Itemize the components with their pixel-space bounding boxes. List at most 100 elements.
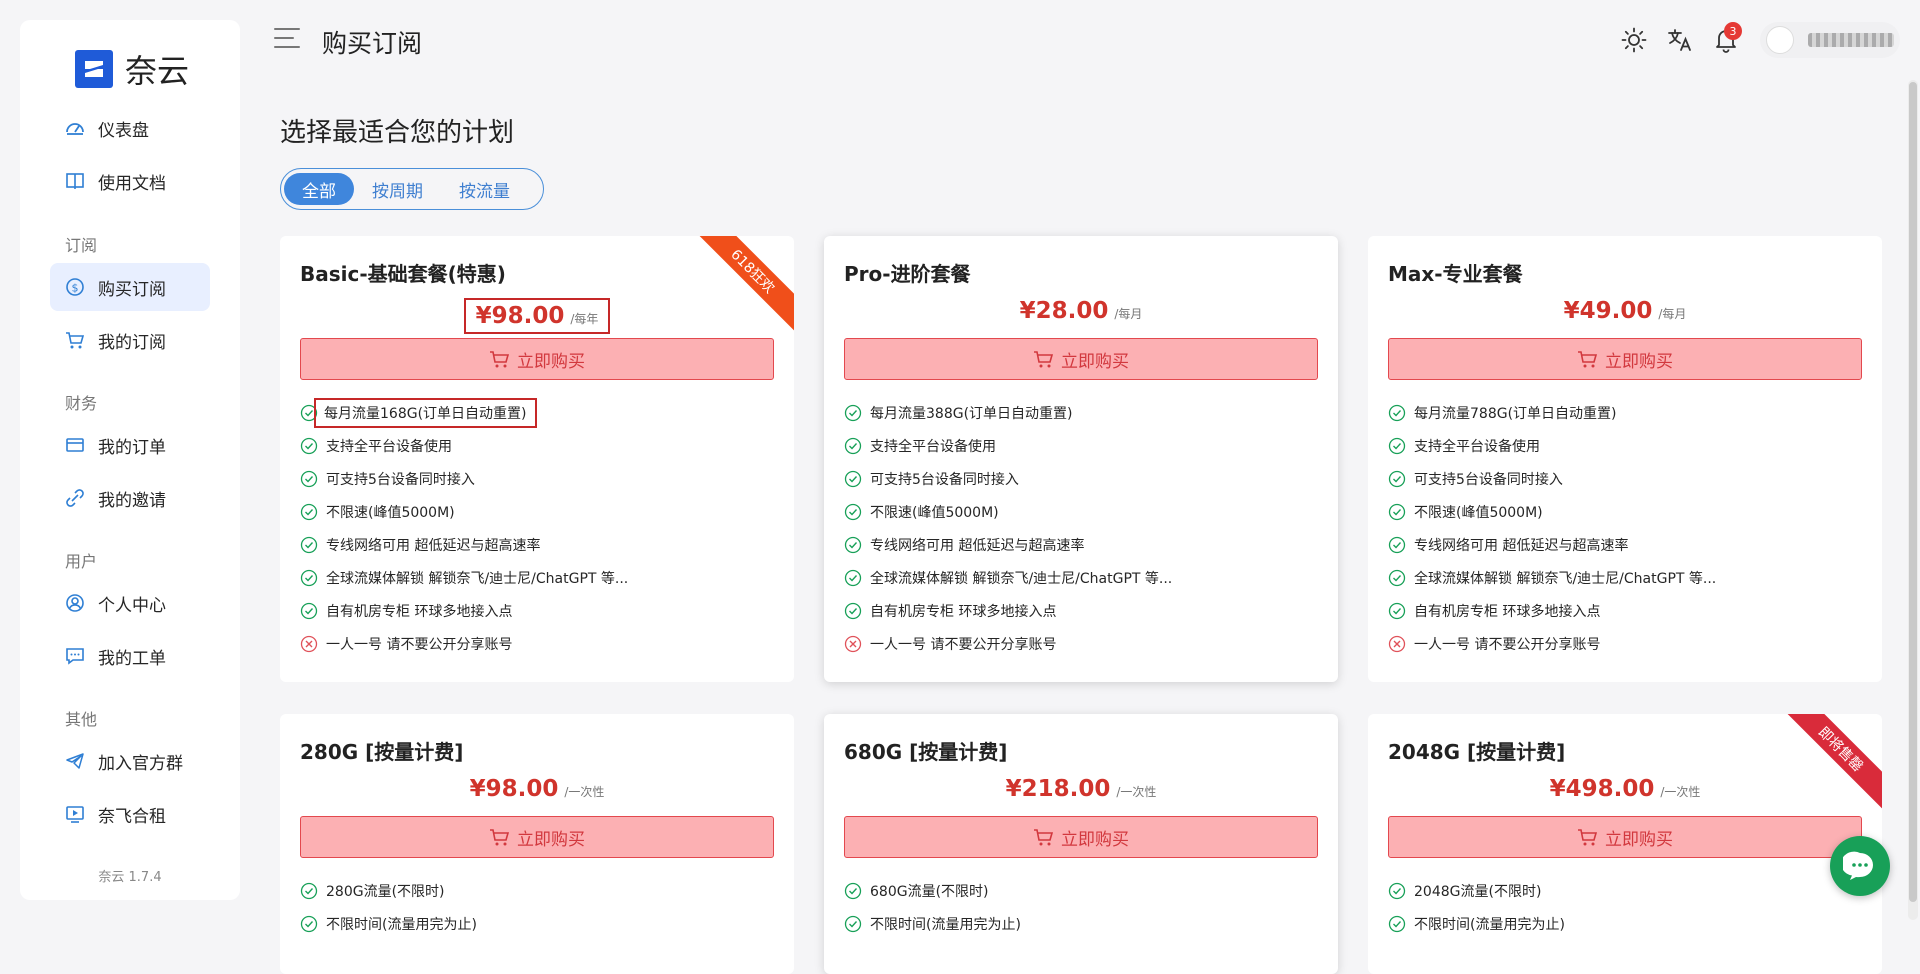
user-icon [64, 592, 86, 614]
menu-toggle-button[interactable] [274, 28, 300, 50]
feature-text: 不限速(峰值5000M) [326, 504, 455, 521]
cart-icon [64, 329, 86, 351]
x-circle-icon [844, 635, 862, 653]
plan-period: /一次性 [1116, 785, 1157, 799]
dashboard-icon [64, 117, 86, 139]
check-circle-icon [844, 569, 862, 587]
plan-title: 280G [按量计费] [300, 740, 464, 764]
nav-group-other: 其他 [65, 710, 98, 729]
check-circle-icon [844, 882, 862, 900]
feature-item: 自有机房专柜 环球多地接入点 [300, 594, 774, 627]
feature-item: 自有机房专柜 环球多地接入点 [844, 594, 1318, 627]
plan-period: /每年 [570, 312, 599, 326]
feature-text: 可支持5台设备同时接入 [870, 471, 1019, 488]
feature-item: 一人一号 请不要公开分享账号 [1388, 627, 1862, 660]
buy-now-button[interactable]: 立即购买 [1388, 816, 1862, 858]
buy-now-label: 立即购买 [517, 351, 585, 372]
plan-price: ¥28.00 [1019, 298, 1109, 324]
feature-item: 全球流媒体解锁 解锁奈飞/迪士尼/ChatGPT 等... [300, 561, 774, 594]
buy-now-button[interactable]: 立即购买 [1388, 338, 1862, 380]
plan-period: /一次性 [1660, 785, 1701, 799]
plan-features: 每月流量388G(订单日自动重置) 支持全平台设备使用 可支持5台设备同时接入 不限速… [844, 396, 1318, 660]
sidebar-item-label: 我的订单 [98, 437, 166, 458]
tab-by-period[interactable]: 按周期 [354, 173, 441, 205]
sidebar-item-docs[interactable]: 使用文档 [50, 157, 210, 205]
sidebar-item-netflix-share[interactable]: 奈飞合租 [50, 790, 210, 838]
plan-price: ¥498.00 [1549, 776, 1655, 802]
video-icon [64, 803, 86, 825]
chat-icon [64, 645, 86, 667]
plan-price-line: ¥218.00/一次性 [824, 776, 1338, 802]
cart-icon [1033, 827, 1055, 847]
language-button[interactable] [1660, 20, 1700, 60]
plan-card: Pro-进阶套餐 ¥28.00/每月 立即购买 每月流量388G(订单日自动重置) 支持… [824, 236, 1338, 682]
feature-text: 每月流量388G(订单日自动重置) [870, 405, 1073, 422]
sidebar-item-tickets[interactable]: 我的工单 [50, 632, 210, 680]
buy-now-button[interactable]: 立即购买 [300, 338, 774, 380]
check-circle-icon [1388, 404, 1406, 422]
scrollbar-thumb[interactable] [1909, 82, 1917, 902]
live-chat-button[interactable] [1830, 836, 1890, 896]
plan-price: ¥49.00 [1563, 298, 1653, 324]
header: 购买订阅 3 [260, 0, 1920, 80]
check-circle-icon [844, 404, 862, 422]
sidebar-item-join-group[interactable]: 加入官方群 [50, 737, 210, 785]
check-circle-icon [1388, 503, 1406, 521]
sidebar-item-dashboard[interactable]: 仪表盘 [50, 104, 210, 152]
logo-icon [75, 50, 113, 88]
username-redacted [1808, 33, 1894, 47]
dollar-icon: $ [64, 276, 86, 298]
feature-item: 不限速(峰值5000M) [300, 495, 774, 528]
feature-text: 全球流媒体解锁 解锁奈飞/迪士尼/ChatGPT 等... [870, 570, 1173, 587]
check-circle-icon [1388, 569, 1406, 587]
feature-item: 支持全平台设备使用 [844, 429, 1318, 462]
buy-now-button[interactable]: 立即购买 [844, 816, 1318, 858]
check-circle-icon [1388, 437, 1406, 455]
scrollbar[interactable] [1908, 80, 1918, 920]
sidebar: 奈云 仪表盘 使用文档 订阅 $ 购买订阅 我的订阅 财务 我的订单 我的邀请 … [20, 20, 240, 900]
feature-item: 全球流媒体解锁 解锁奈飞/迪士尼/ChatGPT 等... [844, 561, 1318, 594]
cart-icon [1033, 349, 1055, 369]
buy-now-label: 立即购买 [1061, 829, 1129, 850]
plan-price-line: ¥98.00/一次性 [280, 776, 794, 802]
wallet-icon [64, 434, 86, 456]
plan-period: /一次性 [564, 785, 605, 799]
plan-title: 2048G [按量计费] [1388, 740, 1566, 764]
sidebar-item-my-orders[interactable]: 我的订单 [50, 421, 210, 469]
feature-text: 可支持5台设备同时接入 [1414, 471, 1563, 488]
tab-by-traffic[interactable]: 按流量 [441, 173, 528, 205]
plan-card: 280G [按量计费] ¥98.00/一次性立即购买 280G流量(不限时) 不限时间… [280, 714, 794, 974]
buy-now-button[interactable]: 立即购买 [300, 816, 774, 858]
check-circle-icon [844, 602, 862, 620]
sidebar-item-label: 使用文档 [98, 173, 166, 194]
tab-all[interactable]: 全部 [284, 173, 354, 205]
brand[interactable]: 奈云 [75, 46, 189, 92]
plan-features: 每月流量168G(订单日自动重置) 支持全平台设备使用 可支持5台设备同时接入 不限速… [300, 396, 774, 660]
menu-icon-line [274, 37, 294, 39]
plan-features: 280G流量(不限时) 不限时间(流量用完为止) [300, 874, 774, 940]
sidebar-item-label: 仪表盘 [98, 120, 149, 141]
sidebar-item-label: 个人中心 [98, 595, 166, 616]
sidebar-item-buy-subscription[interactable]: $ 购买订阅 [50, 263, 210, 311]
feature-text: 全球流媒体解锁 解锁奈飞/迪士尼/ChatGPT 等... [326, 570, 629, 587]
feature-item: 可支持5台设备同时接入 [1388, 462, 1862, 495]
notifications-button[interactable]: 3 [1706, 20, 1746, 60]
check-circle-icon [844, 437, 862, 455]
sidebar-item-profile[interactable]: 个人中心 [50, 579, 210, 627]
user-menu[interactable] [1760, 22, 1900, 58]
menu-icon [274, 28, 300, 30]
sidebar-item-my-invites[interactable]: 我的邀请 [50, 474, 210, 522]
check-circle-icon [1388, 882, 1406, 900]
sidebar-item-my-subscription[interactable]: 我的订阅 [50, 316, 210, 364]
sidebar-item-label: 加入官方群 [98, 753, 183, 774]
menu-icon-line [274, 46, 300, 48]
feature-item: 一人一号 请不要公开分享账号 [844, 627, 1318, 660]
avatar [1766, 26, 1794, 54]
feature-text: 专线网络可用 超低延迟与超高速率 [1414, 537, 1629, 554]
sidebar-item-label: 我的工单 [98, 648, 166, 669]
check-circle-icon [1388, 470, 1406, 488]
theme-toggle-button[interactable] [1614, 20, 1654, 60]
buy-now-button[interactable]: 立即购买 [844, 338, 1318, 380]
plan-price-line: ¥28.00/每月 [824, 298, 1338, 324]
cart-icon [1577, 349, 1599, 369]
